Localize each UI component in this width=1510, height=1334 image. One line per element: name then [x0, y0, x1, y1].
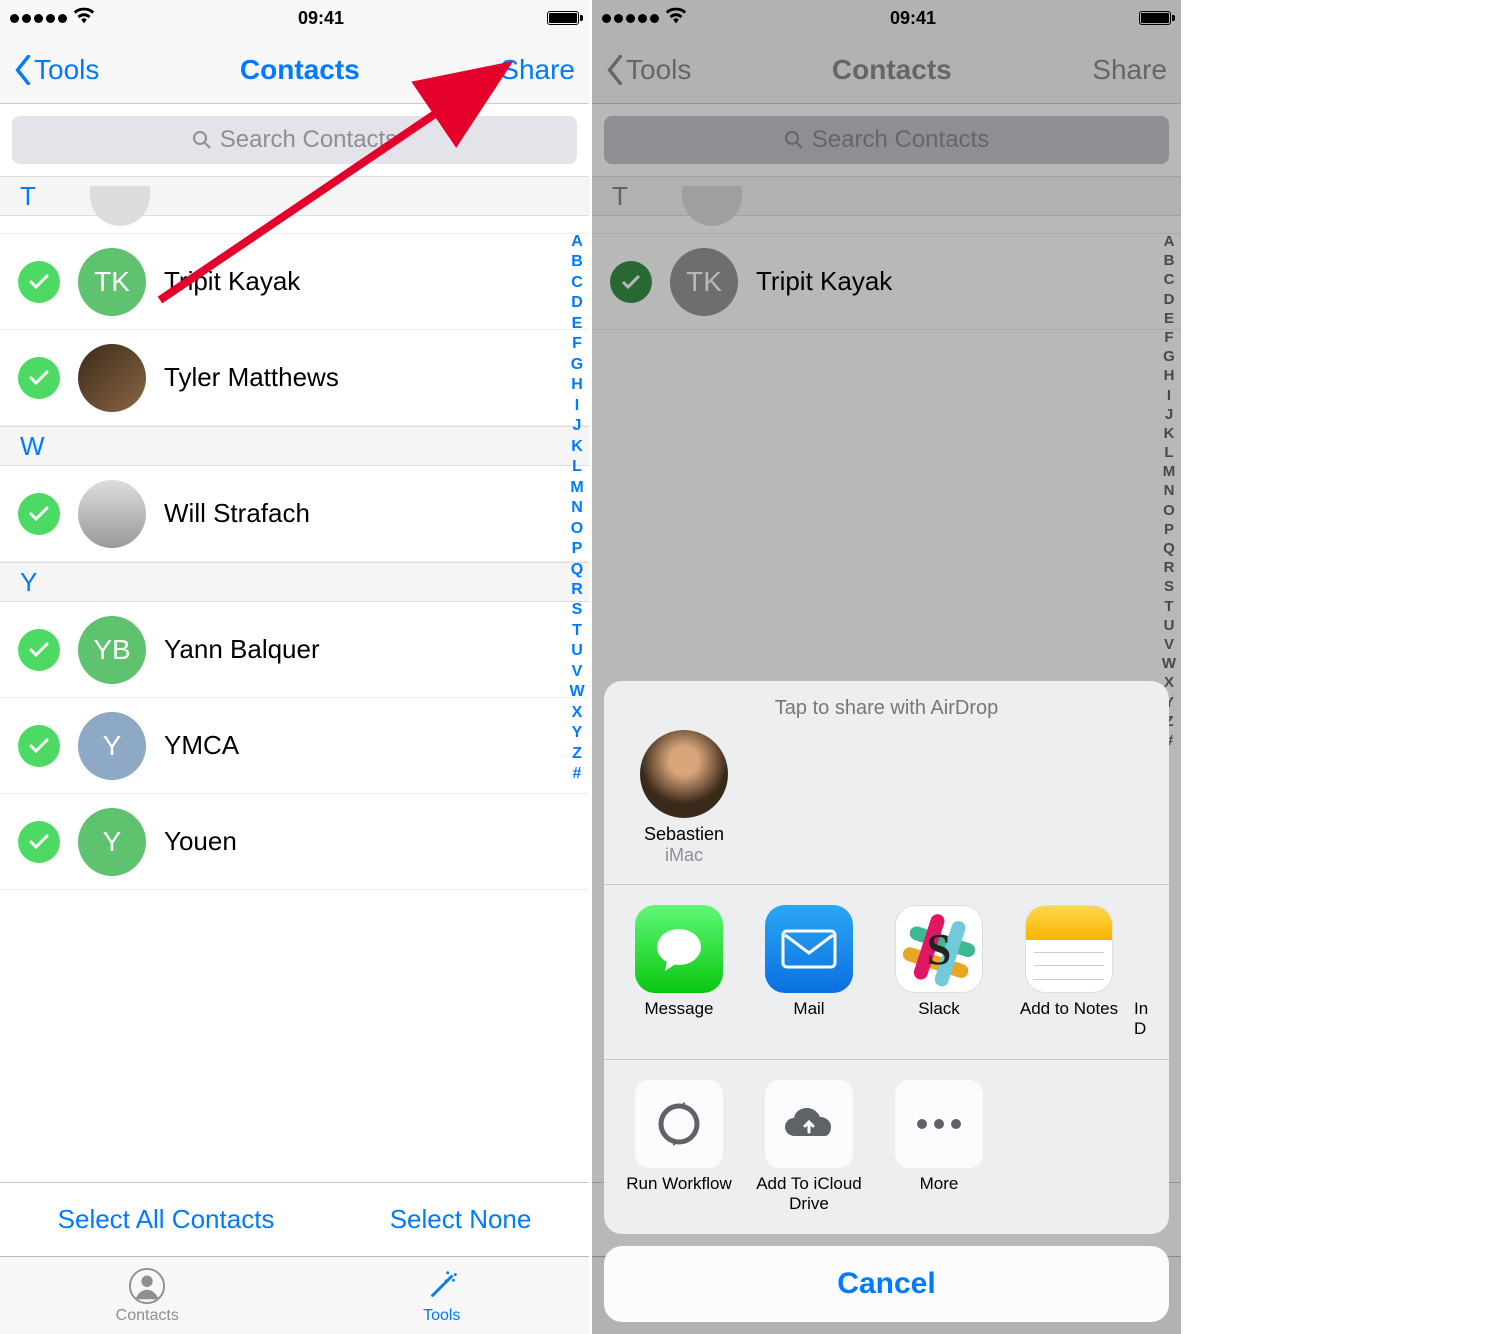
contact-row-will[interactable]: Will Strafach — [0, 466, 589, 562]
airdrop-avatar — [640, 730, 728, 818]
avatar: YB — [78, 616, 146, 684]
checkmark-icon[interactable] — [18, 629, 60, 671]
select-none-button[interactable]: Select None — [390, 1204, 532, 1235]
avatar: Y — [78, 712, 146, 780]
contact-name: Tripit Kayak — [164, 266, 300, 297]
wifi-icon — [73, 7, 95, 30]
airdrop-target[interactable]: Sebastien iMac — [624, 730, 744, 866]
section-header-y: Y — [0, 562, 589, 602]
avatar — [78, 480, 146, 548]
section-index[interactable]: ABCDEFGHIJKLMNOPQRSTUVWXYZ# — [567, 232, 587, 785]
mail-icon — [765, 905, 853, 993]
share-sheet: Tap to share with AirDrop Sebastien iMac… — [604, 681, 1169, 1322]
action-more[interactable]: More — [874, 1080, 1004, 1214]
select-bar: Select All Contacts Select None — [0, 1182, 589, 1256]
message-icon — [635, 905, 723, 993]
signal-dots-icon — [10, 14, 67, 23]
search-placeholder: Search Contacts — [220, 126, 397, 154]
action-icloud-drive[interactable]: Add To iCloud Drive — [744, 1080, 874, 1214]
cloud-upload-icon — [765, 1080, 853, 1168]
contact-row-tripit[interactable]: TK Tripit Kayak — [0, 234, 589, 330]
contact-row-yann[interactable]: YB Yann Balquer — [0, 602, 589, 698]
contact-name: Yann Balquer — [164, 634, 320, 665]
notes-icon — [1025, 905, 1113, 993]
avatar — [78, 344, 146, 412]
checkmark-icon[interactable] — [18, 357, 60, 399]
airdrop-name: Sebastien — [644, 824, 724, 845]
nav-bar: Tools Contacts Share — [0, 36, 589, 104]
checkmark-icon[interactable] — [18, 261, 60, 303]
airdrop-title: Tap to share with AirDrop — [624, 697, 1149, 720]
avatar: Y — [78, 808, 146, 876]
workflow-icon — [635, 1080, 723, 1168]
share-app-mail[interactable]: Mail — [744, 905, 874, 1039]
select-all-button[interactable]: Select All Contacts — [58, 1204, 275, 1235]
slack-icon: S — [895, 905, 983, 993]
share-app-partial[interactable]: In D — [1134, 905, 1164, 1039]
search-icon — [192, 130, 212, 150]
cancel-button[interactable]: Cancel — [604, 1246, 1169, 1322]
tab-contacts[interactable]: Contacts — [0, 1257, 295, 1334]
status-time: 09:41 — [298, 8, 344, 29]
checkmark-icon[interactable] — [18, 725, 60, 767]
avatar: TK — [78, 248, 146, 316]
status-bar: 09:41 — [0, 0, 589, 36]
section-header-w: W — [0, 426, 589, 466]
back-button[interactable]: Tools — [14, 54, 99, 86]
partial-row — [0, 216, 589, 234]
contact-name: Tyler Matthews — [164, 362, 339, 393]
search-input[interactable]: Search Contacts — [12, 116, 577, 164]
checkmark-icon[interactable] — [18, 821, 60, 863]
tab-bar: Contacts Tools — [0, 1256, 589, 1334]
page-title: Contacts — [240, 54, 360, 86]
tab-label: Contacts — [116, 1307, 179, 1325]
contact-row-ymca[interactable]: Y YMCA — [0, 698, 589, 794]
more-icon — [895, 1080, 983, 1168]
action-run-workflow[interactable]: Run Workflow — [614, 1080, 744, 1214]
contact-name: Youen — [164, 826, 237, 857]
person-icon — [128, 1267, 166, 1305]
share-apps-row[interactable]: Message Mail S — [604, 885, 1169, 1059]
contact-name: Will Strafach — [164, 498, 310, 529]
screenshot-right: 09:41 Tools Contacts Share Search Contac… — [592, 0, 1184, 1334]
battery-icon — [547, 11, 579, 25]
tab-label: Tools — [423, 1307, 460, 1325]
share-app-slack[interactable]: S Slack — [874, 905, 1004, 1039]
section-header-t: T — [0, 176, 589, 216]
airdrop-device: iMac — [665, 845, 703, 866]
share-app-notes[interactable]: Add to Notes — [1004, 905, 1134, 1039]
share-app-message[interactable]: Message — [614, 905, 744, 1039]
contact-name: YMCA — [164, 730, 239, 761]
screenshot-left: 09:41 Tools Contacts Share Search Contac… — [0, 0, 592, 1334]
contact-row-youen[interactable]: Y Youen — [0, 794, 589, 890]
wand-icon — [423, 1267, 461, 1305]
back-label: Tools — [34, 54, 99, 86]
share-actions-row[interactable]: Run Workflow Add To iCloud Drive More — [604, 1060, 1169, 1234]
tab-tools[interactable]: Tools — [295, 1257, 590, 1334]
share-button[interactable]: Share — [500, 54, 575, 86]
contact-row-tyler[interactable]: Tyler Matthews — [0, 330, 589, 426]
checkmark-icon[interactable] — [18, 493, 60, 535]
